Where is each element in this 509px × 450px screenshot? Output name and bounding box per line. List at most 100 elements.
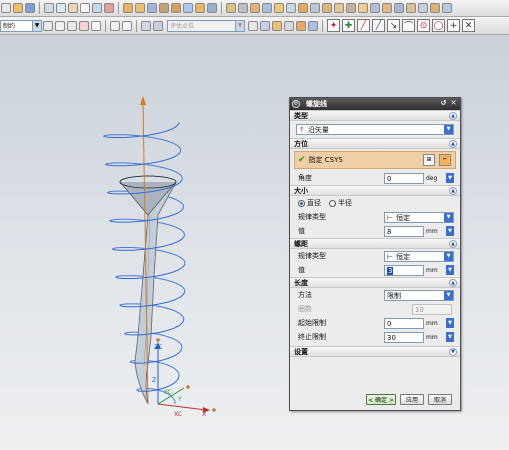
screw-body[interactable] bbox=[119, 175, 177, 405]
angle-input[interactable]: 0 bbox=[384, 173, 424, 184]
slot-icon[interactable] bbox=[195, 3, 205, 13]
trim-body-icon[interactable] bbox=[322, 3, 332, 13]
collapse-icon[interactable]: ▲ bbox=[449, 279, 457, 287]
specify-csys-row[interactable]: ✔ 指定 CSYS ⊞ ⌐ bbox=[294, 151, 456, 169]
helix-segment-front[interactable] bbox=[124, 320, 185, 336]
draft-icon[interactable] bbox=[286, 3, 296, 13]
helix-segment-front[interactable] bbox=[104, 150, 182, 167]
diameter-radio[interactable] bbox=[298, 199, 305, 207]
section-icon[interactable] bbox=[418, 3, 428, 13]
deselect-icon[interactable] bbox=[67, 20, 77, 31]
new-file-icon[interactable] bbox=[1, 3, 11, 13]
revolve-icon[interactable] bbox=[135, 3, 145, 13]
close-icon[interactable]: ✕ bbox=[449, 99, 458, 108]
start-limit-spin-icon[interactable]: ▼ bbox=[446, 318, 454, 328]
pitch-law-select[interactable]: ⊢ 恒定 ▼ bbox=[384, 251, 454, 262]
size-spin-icon[interactable]: ▼ bbox=[446, 226, 454, 236]
end-limit-spin-icon[interactable]: ▼ bbox=[446, 332, 454, 342]
section-orientation-header[interactable]: 方位 ▲ bbox=[290, 138, 460, 149]
chamfer-icon[interactable] bbox=[262, 3, 272, 13]
curve-filter-icon[interactable] bbox=[308, 20, 318, 31]
csys-triad-icon[interactable]: ⌐ bbox=[439, 154, 451, 166]
mirror-icon[interactable] bbox=[310, 3, 320, 13]
rectangle-select-icon[interactable] bbox=[91, 20, 101, 31]
sew-icon[interactable] bbox=[358, 3, 368, 13]
pocket-icon[interactable] bbox=[171, 3, 181, 13]
section-size-header[interactable]: 大小 ▲ bbox=[290, 185, 460, 196]
arc-snap-icon[interactable]: ⌒ bbox=[402, 19, 415, 32]
analysis-icon[interactable] bbox=[430, 3, 440, 13]
cancel-button[interactable]: 取消 bbox=[428, 393, 452, 405]
helix-segment-front[interactable] bbox=[103, 122, 180, 138]
lasso-select-icon[interactable] bbox=[122, 20, 132, 31]
swept-icon[interactable] bbox=[394, 3, 404, 13]
ok-button[interactable]: < 确定 > bbox=[366, 393, 396, 405]
unite-icon[interactable] bbox=[226, 3, 236, 13]
type-select[interactable]: ↑ 沿矢量 ▼ bbox=[296, 124, 454, 135]
endpoint-snap-icon[interactable]: ✦ bbox=[327, 19, 340, 32]
cut-icon[interactable] bbox=[44, 3, 54, 13]
collapse-icon[interactable]: ▲ bbox=[449, 112, 457, 120]
start-limit-input[interactable]: 0 bbox=[384, 318, 424, 329]
csys-triad[interactable]: ZC Z YC Y XC X bbox=[152, 338, 216, 418]
copy-icon[interactable] bbox=[56, 3, 66, 13]
body-filter-icon[interactable] bbox=[260, 20, 270, 31]
ruled-surface-icon[interactable] bbox=[370, 3, 380, 13]
end-limit-input[interactable]: 30 bbox=[384, 332, 424, 343]
hole-icon[interactable] bbox=[147, 3, 157, 13]
feature-filter-icon[interactable] bbox=[296, 20, 306, 31]
collapse-icon[interactable]: ▲ bbox=[449, 140, 457, 148]
general-select-icon[interactable] bbox=[55, 20, 65, 31]
expand-icon[interactable]: ▼ bbox=[449, 348, 457, 356]
subtract-icon[interactable] bbox=[238, 3, 248, 13]
intersection-snap-icon[interactable]: ╱ bbox=[372, 19, 385, 32]
filter-icon[interactable] bbox=[248, 20, 258, 31]
center-snap-icon[interactable]: ⊙ bbox=[417, 19, 430, 32]
save-icon[interactable] bbox=[25, 3, 35, 13]
midpoint-snap-icon[interactable]: ✚ bbox=[342, 19, 355, 32]
dialog-menu-icon[interactable]: ⚙ bbox=[292, 100, 300, 108]
groove-icon[interactable] bbox=[207, 3, 217, 13]
collapse-icon[interactable]: ▲ bbox=[449, 240, 457, 248]
face-filter-icon[interactable] bbox=[272, 20, 282, 31]
edge-blend-icon[interactable] bbox=[250, 3, 260, 13]
through-curves-icon[interactable] bbox=[382, 3, 392, 13]
apply-button[interactable]: 应用 bbox=[400, 393, 424, 405]
section-type-header[interactable]: 类型 ▲ bbox=[290, 110, 460, 121]
quadrant-snap-icon[interactable]: ◯ bbox=[432, 19, 445, 32]
section-length-header[interactable]: 长度 ▲ bbox=[290, 277, 460, 288]
point-on-curve-snap-icon[interactable]: + bbox=[447, 19, 460, 32]
thicken-icon[interactable] bbox=[346, 3, 356, 13]
extrude-icon[interactable] bbox=[123, 3, 133, 13]
radius-radio[interactable] bbox=[329, 199, 336, 207]
pattern-icon[interactable] bbox=[298, 3, 308, 13]
point-dialog-icon[interactable] bbox=[79, 20, 89, 31]
sphere-view-icon[interactable] bbox=[141, 20, 151, 31]
dialog-titlebar[interactable]: ⚙ 螺旋线 ↺ ✕ bbox=[290, 98, 460, 110]
sketch-icon[interactable] bbox=[104, 3, 114, 13]
paste-icon[interactable] bbox=[68, 3, 78, 13]
length-method-select[interactable]: 限制 ▼ bbox=[384, 290, 454, 301]
measure-icon[interactable] bbox=[442, 3, 452, 13]
open-icon[interactable] bbox=[13, 3, 23, 13]
edge-filter-icon[interactable] bbox=[284, 20, 294, 31]
csys-dialog-icon[interactable]: ⊞ bbox=[423, 154, 435, 166]
cube-view-icon[interactable] bbox=[153, 20, 163, 31]
control-point-snap-icon[interactable]: ╱ bbox=[357, 19, 370, 32]
offset-face-icon[interactable] bbox=[334, 3, 344, 13]
pitch-value-input[interactable]: 3 bbox=[384, 265, 424, 276]
pitch-spin-icon[interactable]: ▼ bbox=[446, 265, 454, 275]
section-pitch-header[interactable]: 螺距 ▲ bbox=[290, 238, 460, 249]
search-icon[interactable] bbox=[92, 3, 102, 13]
angle-spin-icon[interactable]: ▼ bbox=[446, 173, 454, 183]
layer-combo[interactable]: 制约 ▼ bbox=[0, 19, 42, 32]
bounded-plane-icon[interactable] bbox=[406, 3, 416, 13]
section-settings-header[interactable]: 设置 ▼ bbox=[290, 346, 460, 357]
fit-view-icon[interactable] bbox=[110, 20, 120, 31]
shell-icon[interactable] bbox=[274, 3, 284, 13]
tangent-snap-icon[interactable]: ↘ bbox=[387, 19, 400, 32]
size-law-select[interactable]: ⊢ 恒定 ▼ bbox=[384, 212, 454, 223]
collapse-icon[interactable]: ▲ bbox=[449, 187, 457, 195]
existing-point-snap-icon[interactable]: ✕ bbox=[462, 19, 475, 32]
reset-icon[interactable]: ↺ bbox=[439, 99, 448, 108]
